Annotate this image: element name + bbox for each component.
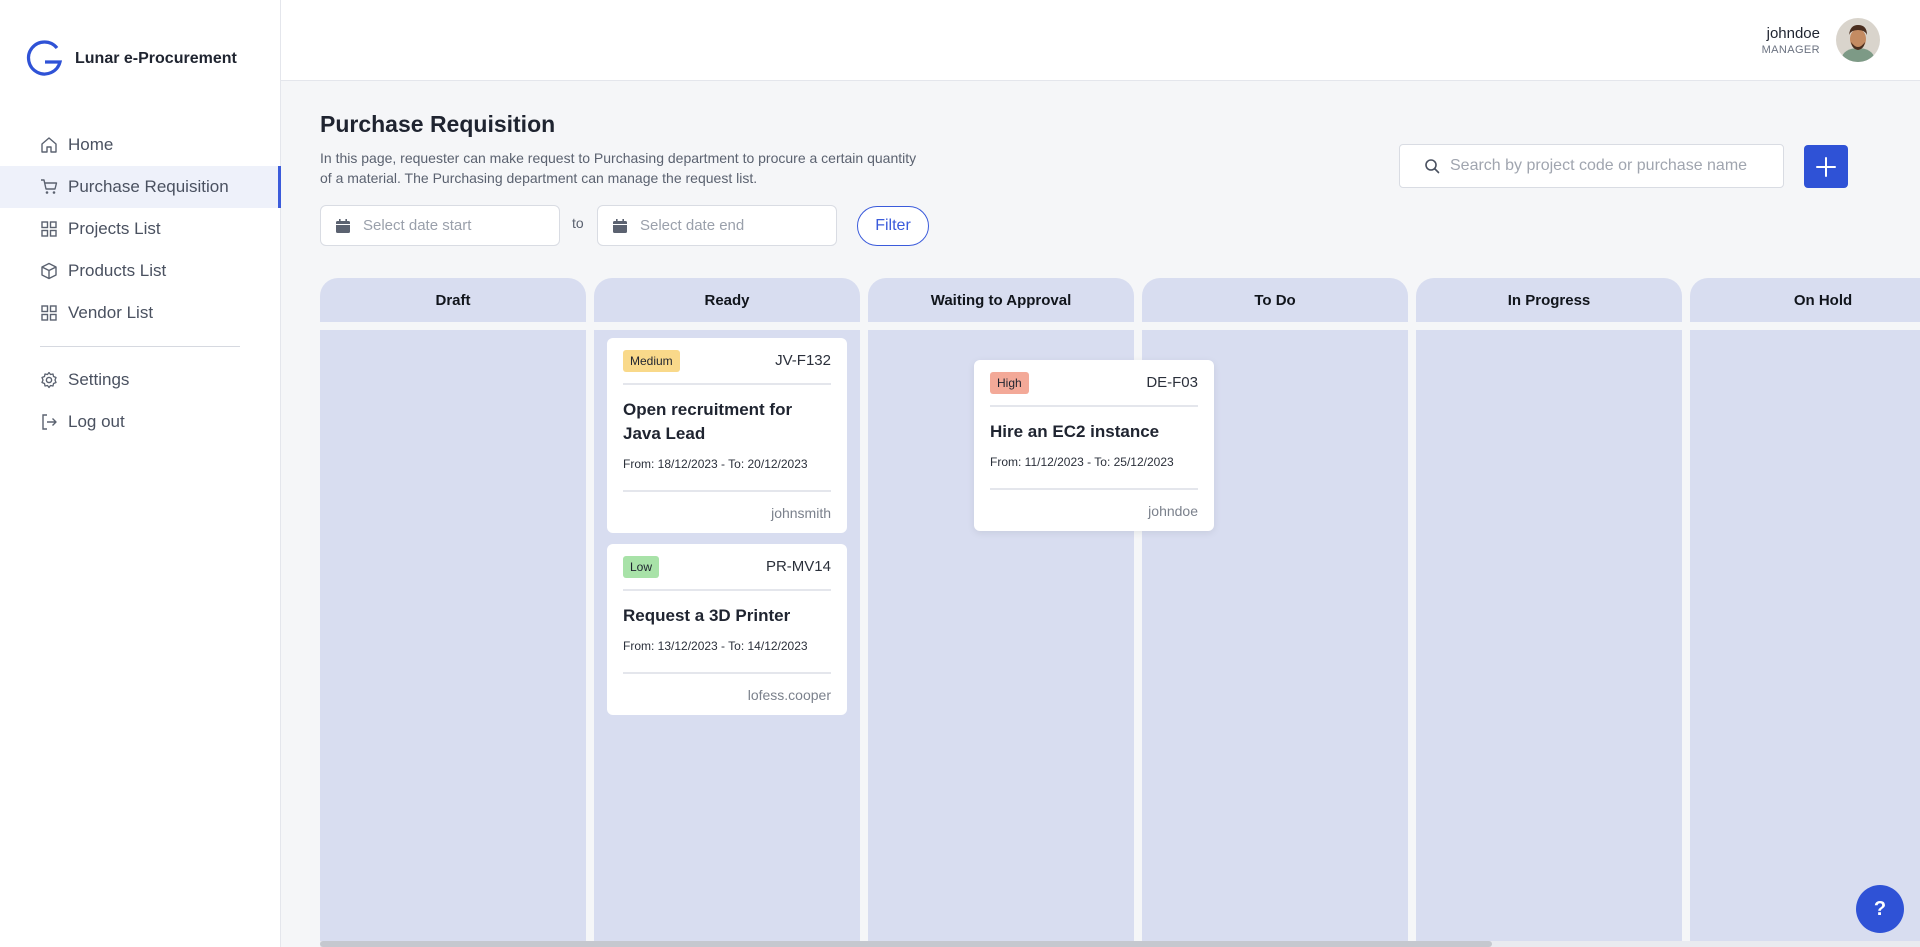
card-header: Low PR-MV14 (623, 544, 831, 591)
sidebar-item-purchase-requisition[interactable]: Purchase Requisition (0, 166, 281, 208)
top-bar: johndoe MANAGER (281, 0, 1920, 81)
page-title: Purchase Requisition (320, 111, 556, 137)
add-request-button[interactable] (1804, 145, 1848, 188)
card-title: Open recruitment for Java Lead (623, 400, 793, 443)
app-name: Lunar e-Procurement (75, 50, 237, 67)
filter-button[interactable]: Filter (857, 206, 929, 246)
horizontal-scrollbar-thumb[interactable] (320, 941, 1492, 947)
card-header: Medium JV-F132 (623, 338, 831, 385)
priority-badge: Medium (623, 349, 680, 372)
column-on-hold (1690, 330, 1920, 941)
date-start-input[interactable]: Select date start (320, 205, 560, 246)
card-code: PR-MV14 (765, 558, 831, 575)
sidebar: Lunar e-Procurement Home Purchase Requis… (0, 0, 281, 947)
card-dates: From: 18/12/2023 - To: 20/12/2023 (623, 457, 808, 471)
column-in-progress (1416, 330, 1682, 941)
card-title: Hire an EC2 instance (990, 422, 1160, 441)
user-role: MANAGER (1761, 43, 1820, 56)
sidebar-item-label: Vendor List (68, 303, 154, 322)
requisition-card[interactable]: Low PR-MV14 Request a 3D Printer From: 1… (607, 544, 847, 715)
column-header-ready: Ready (594, 278, 860, 322)
requisition-card-dragging[interactable]: High DE-F03 Hire an EC2 instance From: 1… (974, 360, 1214, 531)
home-icon (40, 136, 58, 154)
sidebar-item-label: Settings (68, 370, 130, 389)
column-header-on-hold: On Hold (1690, 278, 1920, 322)
box-icon (40, 262, 58, 280)
sidebar-item-vendor-list[interactable]: Vendor List (0, 292, 281, 334)
sidebar-item-label: Products List (68, 261, 167, 280)
sidebar-item-label: Purchase Requisition (68, 177, 229, 196)
sidebar-item-projects-list[interactable]: Projects List (0, 208, 281, 250)
date-start-placeholder: Select date start (363, 217, 472, 234)
card-requester: lofess.cooper (747, 687, 831, 703)
user-menu[interactable]: johndoe MANAGER (1762, 18, 1880, 62)
sidebar-item-label: Projects List (68, 219, 161, 238)
column-draft (320, 330, 586, 941)
logo-icon (26, 40, 63, 76)
brand[interactable]: Lunar e-Procurement (23, 38, 237, 80)
kanban-board: Draft Ready Waiting to Approval To Do In… (320, 278, 1920, 941)
card-code: DE-F03 (1146, 374, 1198, 391)
page-description: In this page, requester can make request… (320, 150, 917, 186)
card-code: JV-F132 (775, 352, 831, 369)
sidebar-item-label: Home (68, 135, 114, 154)
plus-icon (1816, 156, 1836, 177)
search-input[interactable] (1450, 157, 1770, 175)
calendar-icon (336, 218, 350, 233)
sidebar-item-settings[interactable]: Settings (0, 359, 281, 401)
grid-icon (40, 220, 58, 238)
priority-badge: High (990, 371, 1029, 394)
sidebar-item-products-list[interactable]: Products List (0, 250, 281, 292)
sidebar-item-label: Log out (68, 412, 125, 431)
sidebar-item-logout[interactable]: Log out (0, 401, 281, 443)
help-button[interactable]: ? (1856, 885, 1904, 933)
card-title: Request a 3D Printer (623, 606, 791, 625)
card-dates: From: 11/12/2023 - To: 25/12/2023 (990, 455, 1174, 469)
requisition-card[interactable]: Medium JV-F132 Open recruitment for Java… (607, 338, 847, 533)
logout-icon (40, 413, 58, 431)
card-requester: johnsmith (771, 505, 831, 521)
sidebar-nav: Home Purchase Requisition Projects List … (0, 124, 281, 443)
column-header-in-progress: In Progress (1416, 278, 1682, 322)
column-header-waiting-to-approval: Waiting to Approval (868, 278, 1134, 322)
search-icon (1425, 159, 1440, 174)
priority-badge: Low (623, 555, 660, 578)
sidebar-item-home[interactable]: Home (0, 124, 281, 166)
user-info: johndoe MANAGER (1762, 25, 1820, 56)
grid-icon (40, 304, 58, 322)
search-box[interactable] (1399, 144, 1784, 188)
gear-icon (40, 371, 58, 389)
calendar-icon (613, 218, 627, 233)
avatar[interactable] (1836, 18, 1880, 62)
cart-icon (40, 178, 58, 196)
date-end-placeholder: Select date end (640, 217, 745, 234)
card-dates: From: 13/12/2023 - To: 14/12/2023 (623, 639, 808, 653)
nav-divider (40, 346, 240, 347)
column-header-draft: Draft (320, 278, 586, 322)
card-header: High DE-F03 (990, 360, 1198, 407)
column-header-to-do: To Do (1142, 278, 1408, 322)
date-range-to-label: to (572, 215, 584, 231)
card-requester: johndoe (1148, 503, 1198, 519)
user-name: johndoe (1766, 24, 1820, 42)
date-end-input[interactable]: Select date end (597, 205, 837, 246)
